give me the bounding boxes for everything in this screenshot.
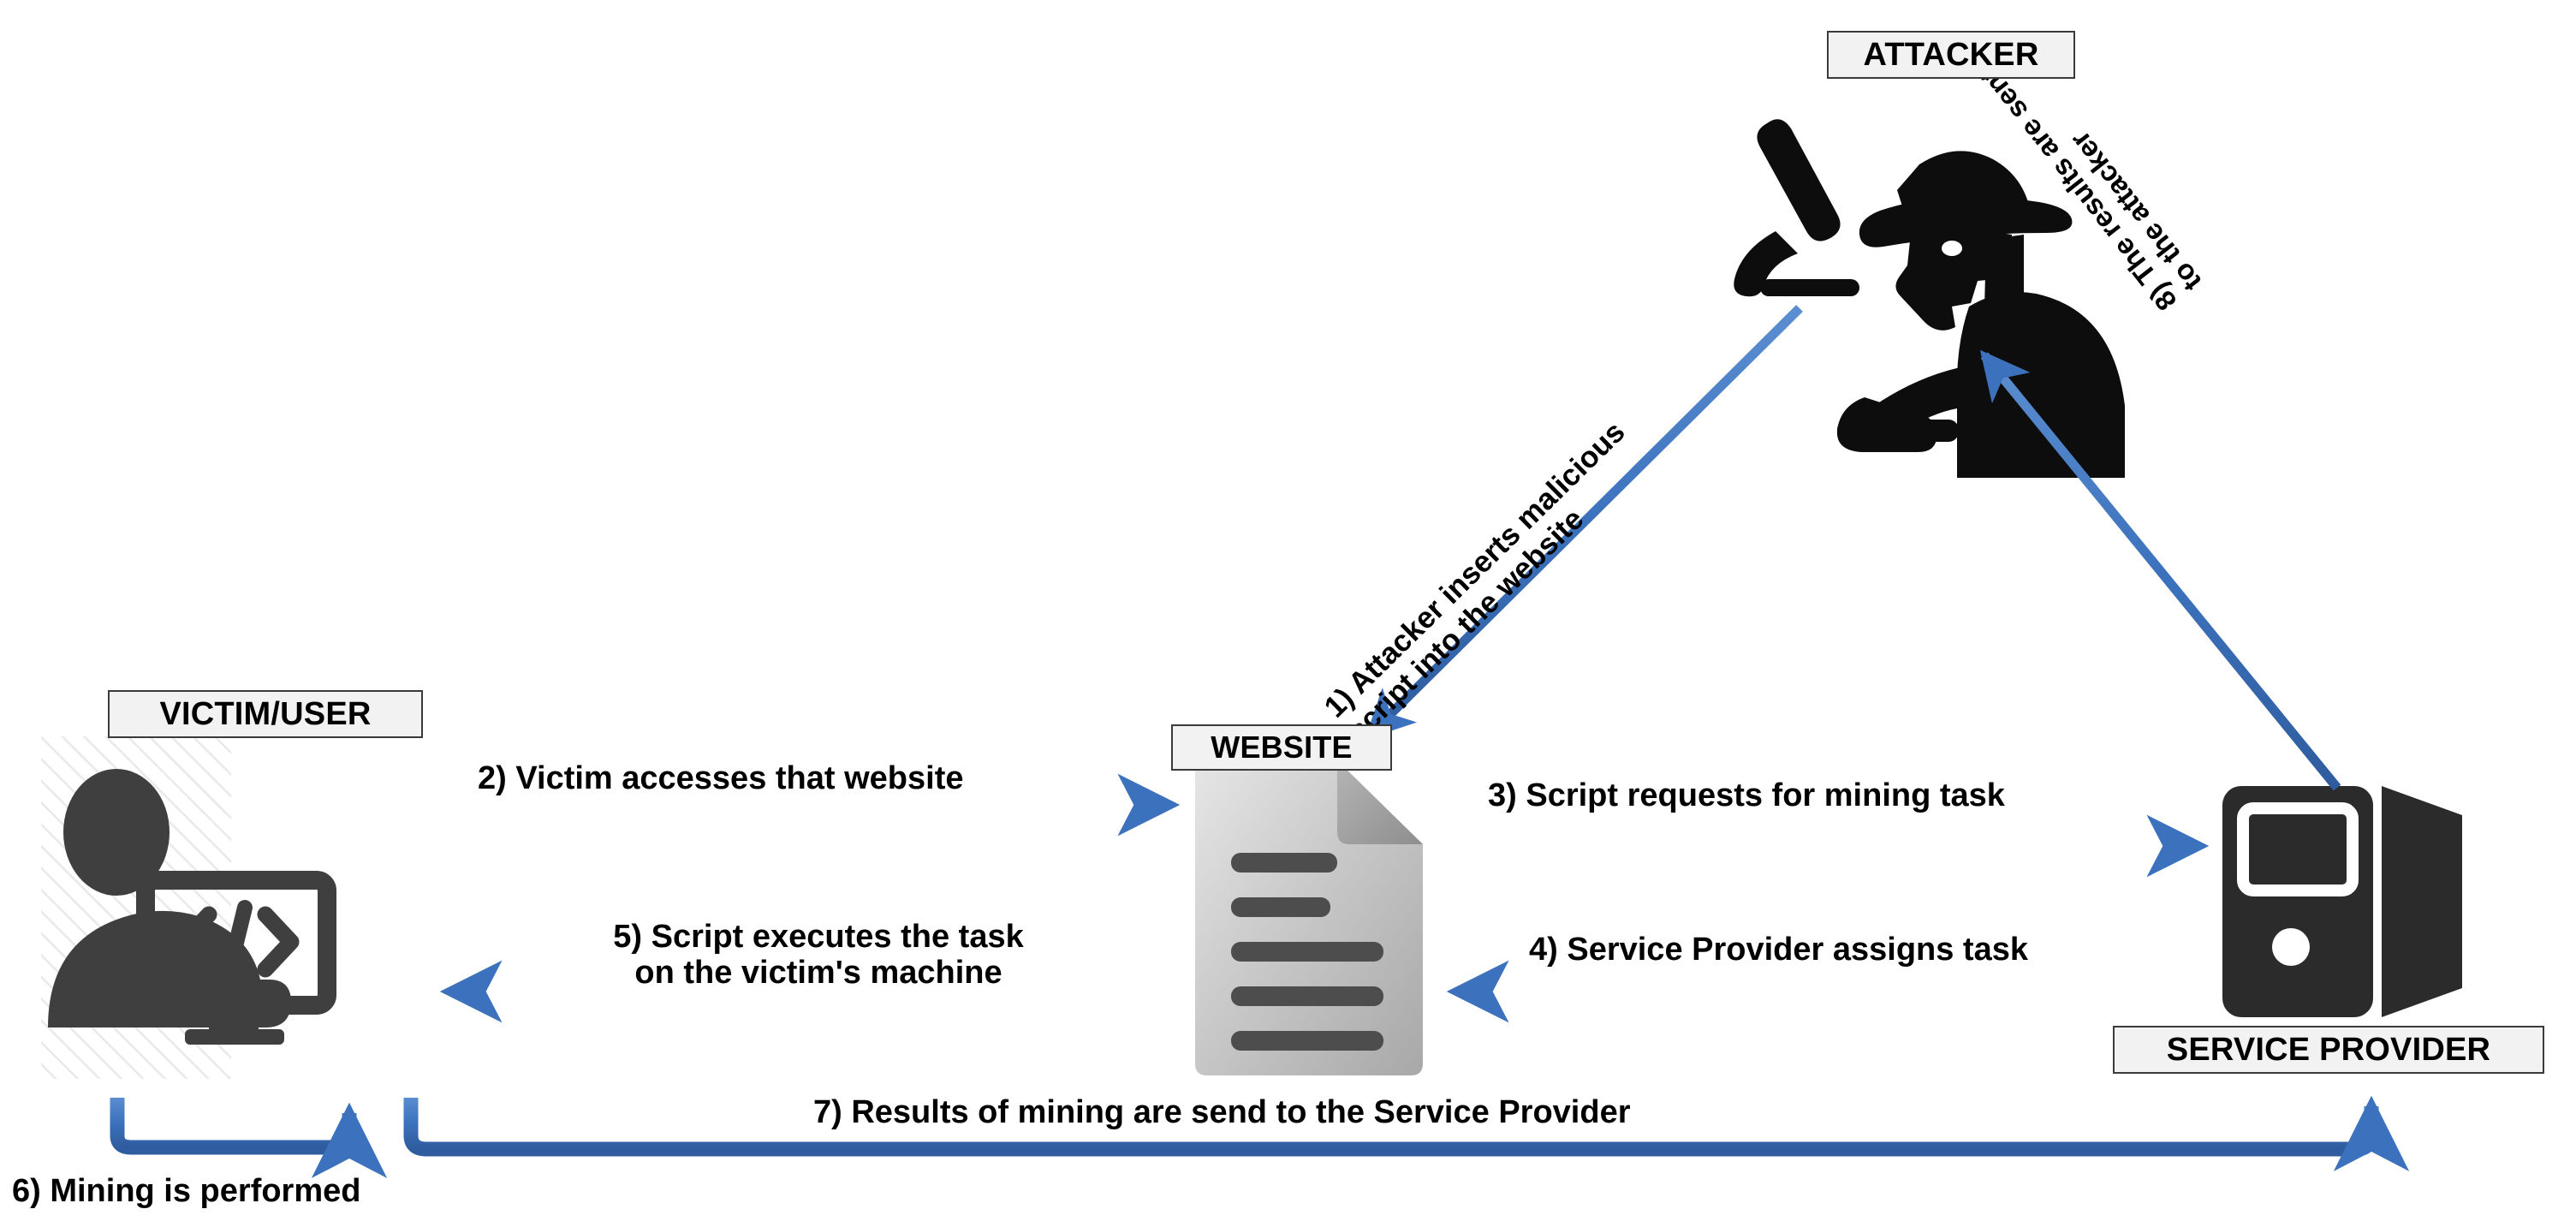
entity-label-attacker: ATTACKER bbox=[1827, 31, 2075, 79]
entity-label-victim: VICTIM/USER bbox=[108, 690, 423, 738]
entity-label-service-provider: SERVICE PROVIDER bbox=[2113, 1026, 2544, 1074]
entity-label-attacker-text: ATTACKER bbox=[1863, 36, 2039, 73]
step-label-7: 7) Results of mining are send to the Ser… bbox=[813, 1094, 1631, 1131]
step-label-2-text: 2) Victim accesses that website bbox=[478, 760, 964, 796]
step-label-2: 2) Victim accesses that website bbox=[478, 760, 963, 797]
step-label-6-text: 6) Mining is performed bbox=[12, 1173, 361, 1209]
step-label-4-text: 4) Service Provider assigns task bbox=[1529, 932, 2028, 968]
arrow-step-6 bbox=[110, 1098, 388, 1179]
entity-label-victim-text: VICTIM/USER bbox=[159, 695, 372, 732]
step-label-6: 6) Mining is performed bbox=[12, 1173, 360, 1210]
entity-label-website-text: WEBSITE bbox=[1211, 730, 1353, 765]
diagram-canvas: ATTACKER VICTIM/USER WEBSITE SERVICE PRO… bbox=[0, 0, 2576, 1227]
step-label-3: 3) Script requests for mining task bbox=[1488, 777, 2005, 814]
step-label-4: 4) Service Provider assigns task bbox=[1529, 932, 2028, 968]
step-label-5-text: 5) Script executes the task on the victi… bbox=[613, 918, 1024, 992]
arrow-step-8 bbox=[1979, 349, 2341, 791]
step-label-5: 5) Script executes the task on the victi… bbox=[510, 882, 1127, 992]
step-label-3-text: 3) Script requests for mining task bbox=[1488, 777, 2005, 813]
entity-label-service-provider-text: SERVICE PROVIDER bbox=[2166, 1031, 2491, 1068]
step-label-7-text: 7) Results of mining are send to the Ser… bbox=[813, 1094, 1631, 1130]
entity-label-website: WEBSITE bbox=[1171, 724, 1392, 771]
